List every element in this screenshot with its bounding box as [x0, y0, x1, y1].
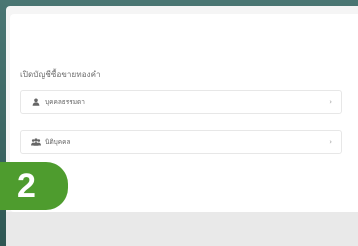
chevron-right-icon: ›: [329, 98, 332, 106]
bottom-strip: [6, 212, 358, 246]
person-icon: [31, 97, 41, 107]
option-label-juristic: นิติบุคคล: [45, 138, 71, 146]
chevron-right-icon: ›: [329, 138, 332, 146]
step-badge: 2: [0, 162, 68, 210]
section-heading: เปิดบัญชีซื้อขายทองคำ: [20, 70, 101, 79]
account-option-individual[interactable]: บุคคลธรรมดา ›: [20, 90, 342, 114]
account-option-juristic[interactable]: นิติบุคคล ›: [20, 130, 342, 154]
option-label-individual: บุคคลธรรมดา: [45, 98, 85, 106]
step-number: 2: [17, 167, 36, 205]
group-icon: [31, 137, 41, 147]
